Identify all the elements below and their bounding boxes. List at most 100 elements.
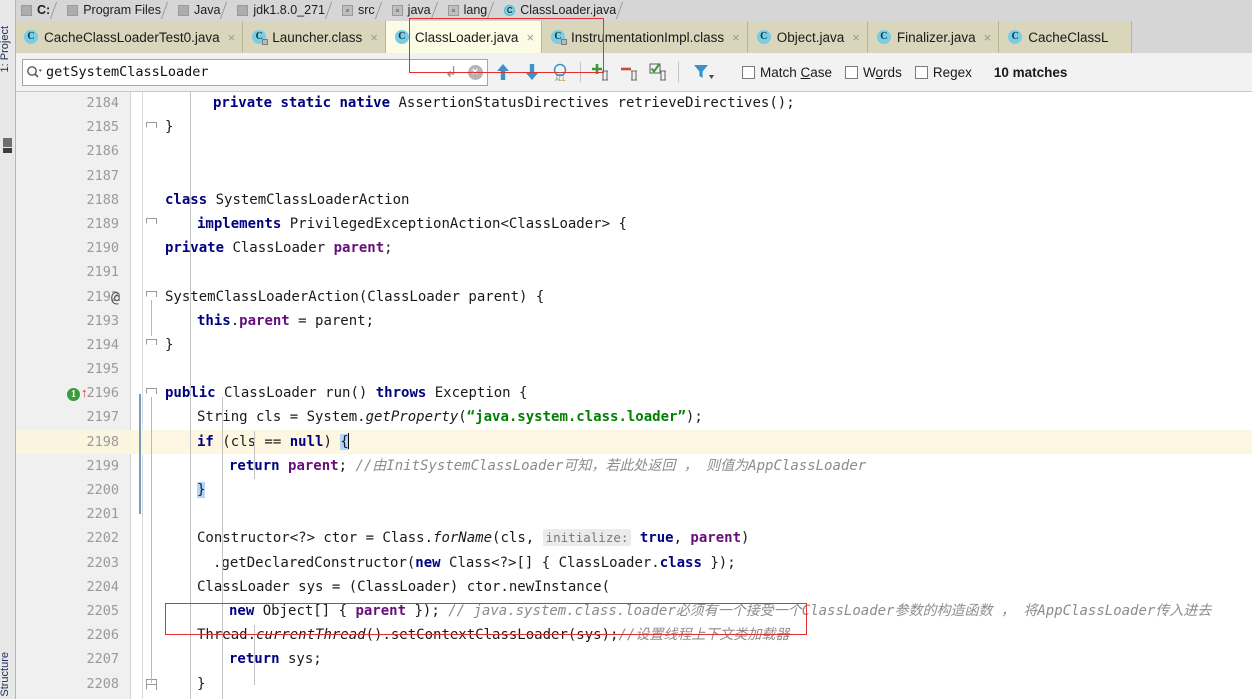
breadcrumb-item-4[interactable]: src: [336, 0, 377, 20]
find-previous-button[interactable]: [488, 57, 517, 87]
editor-tab-label: CacheClassL: [1028, 29, 1109, 45]
search-history-icon[interactable]: ↲: [439, 59, 463, 86]
breadcrumb-item-3[interactable]: jdk1.8.0_271: [231, 0, 327, 20]
code-line-2197[interactable]: 2197 String cls = System.getProperty(“jav…: [15, 405, 1252, 429]
toolbar-separator: [580, 62, 581, 82]
editor-tab-3[interactable]: C InstrumentationImpl.class ×: [542, 21, 748, 53]
code-line-2202[interactable]: 2202 Constructor<?> ctor = Class.forName(…: [15, 526, 1252, 550]
breadcrumb-item-label: java: [407, 3, 431, 17]
match-case-checkbox[interactable]: Match Case: [742, 65, 832, 80]
words-checkbox[interactable]: Words: [845, 65, 902, 80]
close-icon[interactable]: ×: [228, 31, 236, 44]
code-line-2200[interactable]: 2200}: [15, 478, 1252, 502]
match-case-label: Match Case: [760, 64, 833, 80]
line-number: 2184: [86, 95, 119, 111]
code-line-2190[interactable]: 2190 private ClassLoader parent;: [15, 236, 1252, 260]
editor-tab-1[interactable]: C Launcher.class ×: [243, 21, 386, 53]
fold-marker-2209[interactable]: [146, 684, 157, 695]
code-line-2189[interactable]: 2189 implements PrivilegedExceptionAction…: [15, 212, 1252, 236]
editor-tab-0[interactable]: C CacheClassLoaderTest0.java ×: [15, 21, 244, 53]
code-line-2195[interactable]: 2195: [15, 357, 1252, 381]
regex-box[interactable]: [914, 65, 928, 79]
close-icon[interactable]: ×: [370, 31, 378, 44]
editor-tab-4[interactable]: C Object.java ×: [747, 21, 868, 53]
breadcrumb-item-7[interactable]: C ClassLoader.java: [498, 0, 618, 20]
fold-marker-2185[interactable]: [146, 122, 157, 133]
select-all-occurrences-button[interactable]: ALL: [546, 57, 575, 87]
code-line-2201[interactable]: 2201: [15, 502, 1252, 526]
code-line-2185[interactable]: 2185}: [15, 115, 1252, 139]
editor-tab-label: CacheClassLoaderTest0.java: [44, 29, 220, 45]
code-text: if (cls == null) {: [197, 432, 349, 450]
code-editor[interactable]: 2184 private static native AssertionStatu…: [15, 91, 1252, 699]
fold-marker-2189[interactable]: [146, 218, 157, 229]
close-icon[interactable]: ×: [852, 31, 860, 44]
code-line-2187[interactable]: 2187: [15, 164, 1252, 188]
code-line-2194[interactable]: 2194}: [15, 333, 1252, 357]
find-toolbar: ↲ × ALL: [15, 53, 1252, 92]
editor-tab-2[interactable]: C ClassLoader.java ×: [385, 21, 543, 53]
match-case-box[interactable]: [742, 65, 755, 79]
line-number: 2195: [86, 361, 119, 378]
add-selection-icon[interactable]: [586, 57, 615, 87]
code-line-2192[interactable]: 2192 @ SystemClassLoaderAction(ClassLoader…: [15, 285, 1252, 309]
run-gutter-icon[interactable]: 1 ↑: [67, 381, 89, 405]
words-box[interactable]: [845, 65, 859, 79]
editor-tab-label: InstrumentationImpl.class: [571, 29, 725, 45]
code-text: .getDeclaredConstructor(new Class<?>[] {…: [213, 554, 736, 571]
code-line-2193[interactable]: 2193 this.parent = parent;: [15, 309, 1252, 333]
compiled-class-icon: C: [252, 30, 269, 45]
code-line-2199[interactable]: 2199 return parent; //由InitSystemClassLoa…: [15, 454, 1252, 478]
code-line-2198[interactable]: 2198 if (cls == null) {: [15, 429, 1252, 454]
code-text: }: [165, 336, 174, 353]
remove-selection-icon[interactable]: [615, 57, 644, 87]
code-line-2203[interactable]: 2203 .getDeclaredConstructor(new Class<?>…: [15, 551, 1252, 575]
line-background: [15, 502, 1252, 526]
code-line-2186[interactable]: 2186: [15, 139, 1252, 163]
find-next-button[interactable]: [517, 57, 546, 87]
breadcrumb-separator: [618, 0, 627, 20]
breadcrumb-item-1[interactable]: Program Files: [61, 0, 163, 20]
left-tool-window-strip: 1: Project Structure: [0, 0, 16, 699]
breadcrumb-separator: [327, 0, 336, 20]
code-line-2205[interactable]: 2205 new Object[] { parent }); // java.sy…: [15, 599, 1252, 623]
editor-tab-6[interactable]: CCacheClassL×: [999, 21, 1133, 53]
close-icon[interactable]: ×: [526, 31, 534, 44]
breadcrumb-item-0[interactable]: C:: [15, 0, 52, 20]
code-line-2207[interactable]: 2207 return sys;: [15, 647, 1252, 671]
search-field[interactable]: ↲ ×: [22, 58, 488, 86]
code-text: public ClassLoader run() throws Exceptio…: [165, 385, 528, 402]
breadcrumb-item-6[interactable]: lang: [442, 0, 490, 20]
breadcrumb-item-2[interactable]: Java: [172, 0, 222, 20]
editor-tab-5[interactable]: C Finalizer.java ×: [867, 21, 1000, 53]
code-text: return parent; //由InitSystemClassLoader可…: [229, 457, 867, 474]
regex-checkbox[interactable]: Regex: [914, 65, 972, 80]
sidebar-item-structure[interactable]: Structure: [0, 652, 11, 697]
code-line-2196[interactable]: 21961↑public ClassLoader run() throws Ex…: [15, 381, 1252, 405]
override-marker-icon[interactable]: @: [111, 285, 133, 309]
breadcrumb-item-5[interactable]: java: [386, 0, 433, 20]
code-line-2188[interactable]: 2188 class SystemClassLoaderAction: [15, 188, 1252, 212]
folder-icon: [237, 4, 249, 16]
line-background: [15, 139, 1252, 163]
code-line-2206[interactable]: 2206 Thread.currentThread().setContextCla…: [15, 623, 1252, 647]
filter-icon[interactable]: [684, 57, 724, 87]
java-class-icon: C: [1008, 30, 1023, 44]
fold-marker-2194[interactable]: [146, 339, 157, 350]
line-number: 2187: [86, 167, 119, 184]
code-text: private ClassLoader parent;: [165, 240, 393, 257]
close-icon[interactable]: ×: [984, 31, 992, 44]
line-number: 2206: [86, 627, 119, 644]
code-line-2204[interactable]: 2204 ClassLoader sys = (ClassLoader) ctor…: [15, 575, 1252, 599]
code-line-2191[interactable]: 2191: [15, 260, 1252, 284]
magnifier-icon[interactable]: [23, 59, 45, 86]
code-text: Constructor<?> ctor = Class.forName(cls,…: [197, 529, 750, 547]
code-line-2208[interactable]: 2208}: [15, 672, 1252, 696]
code-line-2184[interactable]: 2184 private static native AssertionStatu…: [15, 91, 1252, 115]
clear-search-icon[interactable]: ×: [463, 59, 487, 86]
line-number: 2193: [86, 312, 119, 329]
sidebar-item-project[interactable]: 1: Project: [0, 26, 11, 72]
search-input[interactable]: [46, 64, 439, 80]
close-icon[interactable]: ×: [732, 31, 740, 44]
select-all-icon[interactable]: [644, 57, 673, 87]
